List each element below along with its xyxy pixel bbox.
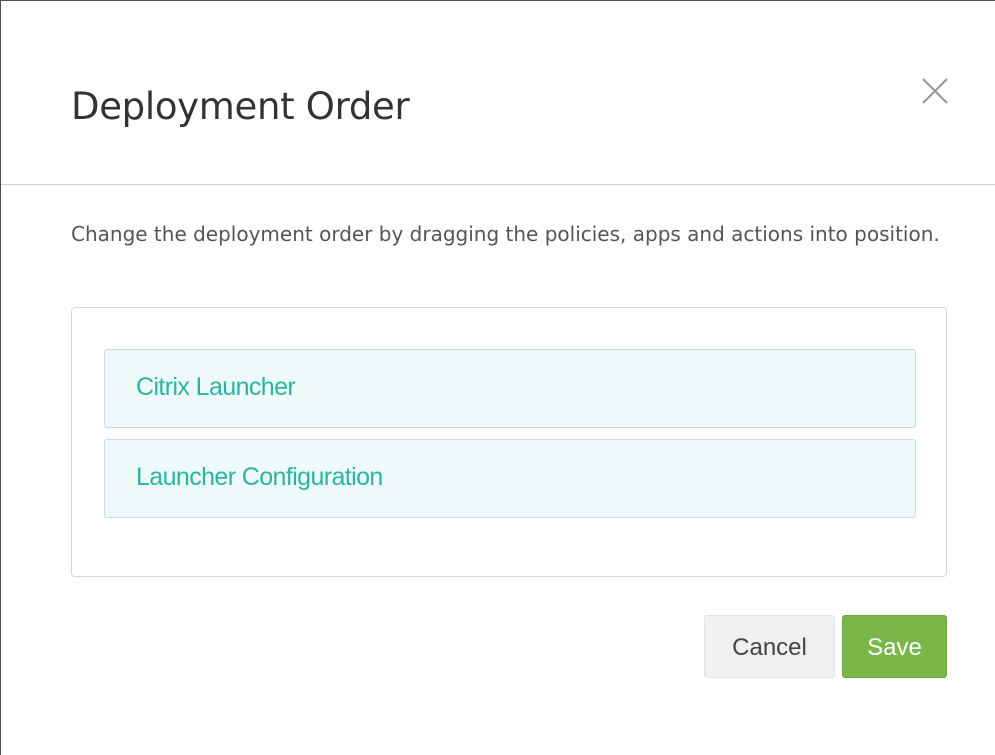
list-item-label: Citrix Launcher [136, 373, 296, 401]
list-item-launcher-configuration[interactable]: Launcher Configuration [104, 439, 916, 518]
list-item-citrix-launcher[interactable]: Citrix Launcher [104, 349, 916, 428]
save-button[interactable]: Save [842, 615, 947, 678]
deployment-order-dialog: Deployment Order Change the deployment o… [0, 0, 995, 755]
list-item-label: Launcher Configuration [136, 463, 383, 491]
dialog-header: Deployment Order [1, 1, 995, 185]
cancel-button[interactable]: Cancel [704, 615, 835, 678]
dialog-title: Deployment Order [71, 85, 410, 128]
close-icon [922, 78, 948, 104]
instructions-text: Change the deployment order by dragging … [71, 222, 940, 246]
close-button[interactable] [915, 71, 955, 111]
deployment-order-list: Citrix Launcher Launcher Configuration [71, 307, 947, 577]
